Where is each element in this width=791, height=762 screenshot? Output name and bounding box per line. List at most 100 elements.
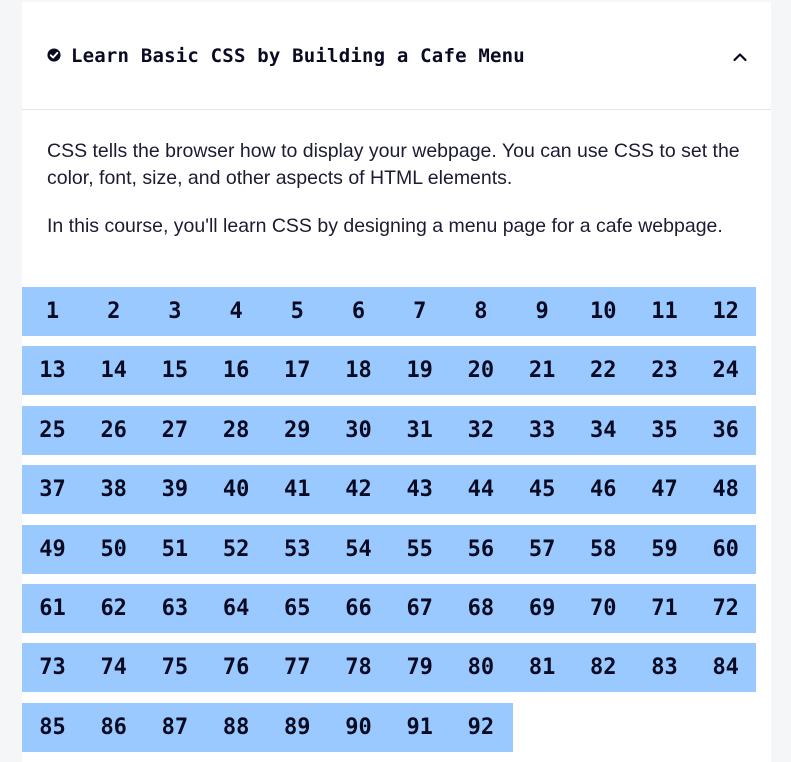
step-button[interactable]: 42 [328, 465, 389, 514]
step-button[interactable]: 43 [389, 465, 450, 514]
step-button[interactable]: 75 [144, 643, 205, 692]
step-button[interactable]: 60 [695, 525, 756, 574]
step-button[interactable]: 2 [83, 287, 144, 336]
description-paragraph: In this course, you'll learn CSS by desi… [47, 215, 723, 237]
step-button[interactable]: 21 [512, 346, 573, 395]
step-button[interactable]: 15 [144, 346, 205, 395]
step-button[interactable]: 33 [512, 406, 573, 455]
step-button[interactable]: 24 [695, 346, 756, 395]
step-button[interactable]: 71 [634, 584, 695, 633]
step-button[interactable]: 56 [450, 525, 511, 574]
step-button[interactable]: 6 [328, 287, 389, 336]
step-button[interactable]: 66 [328, 584, 389, 633]
step-button[interactable]: 74 [83, 643, 144, 692]
step-button[interactable]: 8 [450, 287, 511, 336]
step-button[interactable]: 82 [573, 643, 634, 692]
step-row: 61 62 63 64 65 66 67 68 69 70 71 72 [22, 584, 756, 633]
step-button[interactable]: 25 [22, 406, 83, 455]
chevron-up-icon[interactable] [732, 49, 748, 65]
step-button[interactable]: 1 [22, 287, 83, 336]
step-button[interactable]: 39 [144, 465, 205, 514]
step-button[interactable]: 19 [389, 346, 450, 395]
step-button[interactable]: 63 [144, 584, 205, 633]
step-button[interactable]: 79 [389, 643, 450, 692]
step-button[interactable]: 76 [206, 643, 267, 692]
step-row: 49 50 51 52 53 54 55 56 57 58 59 60 [22, 524, 756, 574]
step-row: 37 38 39 40 41 42 43 44 45 46 47 48 [22, 465, 756, 515]
step-button[interactable]: 88 [206, 703, 267, 752]
step-button[interactable]: 3 [144, 287, 205, 336]
step-button[interactable]: 69 [512, 584, 573, 633]
step-button[interactable]: 32 [450, 406, 511, 455]
step-button[interactable]: 52 [206, 525, 267, 574]
step-button[interactable]: 47 [634, 465, 695, 514]
step-button[interactable]: 10 [573, 287, 634, 336]
step-button[interactable]: 73 [22, 643, 83, 692]
step-button[interactable]: 70 [573, 584, 634, 633]
step-button[interactable]: 16 [206, 346, 267, 395]
step-button[interactable]: 20 [450, 346, 511, 395]
course-header[interactable]: Learn Basic CSS by Building a Cafe Menu [22, 2, 771, 110]
step-button[interactable]: 51 [144, 525, 205, 574]
step-button[interactable]: 78 [328, 643, 389, 692]
step-button[interactable]: 34 [573, 406, 634, 455]
step-button[interactable]: 80 [450, 643, 511, 692]
step-button[interactable]: 86 [83, 703, 144, 752]
step-button[interactable]: 22 [573, 346, 634, 395]
step-button[interactable]: 62 [83, 584, 144, 633]
step-button[interactable]: 46 [573, 465, 634, 514]
step-button[interactable]: 81 [512, 643, 573, 692]
step-button[interactable]: 38 [83, 465, 144, 514]
step-button[interactable]: 57 [512, 525, 573, 574]
step-button[interactable]: 30 [328, 406, 389, 455]
step-button[interactable]: 31 [389, 406, 450, 455]
step-button[interactable]: 23 [634, 346, 695, 395]
step-button[interactable]: 90 [328, 703, 389, 752]
step-button[interactable]: 36 [695, 406, 756, 455]
step-button[interactable]: 59 [634, 525, 695, 574]
step-button[interactable]: 55 [389, 525, 450, 574]
step-button[interactable]: 89 [267, 703, 328, 752]
step-button[interactable]: 26 [83, 406, 144, 455]
step-button[interactable]: 61 [22, 584, 83, 633]
step-button[interactable]: 45 [512, 465, 573, 514]
step-button[interactable]: 67 [389, 584, 450, 633]
step-button[interactable]: 83 [634, 643, 695, 692]
step-button[interactable]: 92 [450, 703, 511, 752]
step-button[interactable]: 91 [389, 703, 450, 752]
step-button[interactable]: 40 [206, 465, 267, 514]
step-button[interactable]: 17 [267, 346, 328, 395]
step-button[interactable]: 27 [144, 406, 205, 455]
step-button[interactable]: 64 [206, 584, 267, 633]
step-button[interactable]: 48 [695, 465, 756, 514]
step-button[interactable]: 12 [695, 287, 756, 336]
step-button[interactable]: 49 [22, 525, 83, 574]
step-button[interactable]: 14 [83, 346, 144, 395]
step-button[interactable]: 50 [83, 525, 144, 574]
step-button[interactable]: 11 [634, 287, 695, 336]
step-button[interactable]: 87 [144, 703, 205, 752]
step-button[interactable]: 77 [267, 643, 328, 692]
course-title: Learn Basic CSS by Building a Cafe Menu [71, 45, 525, 67]
step-button[interactable]: 72 [695, 584, 756, 633]
step-button[interactable]: 58 [573, 525, 634, 574]
step-button[interactable]: 7 [389, 287, 450, 336]
step-button[interactable]: 37 [22, 465, 83, 514]
step-button[interactable]: 41 [267, 465, 328, 514]
course-panel: Learn Basic CSS by Building a Cafe Menu … [22, 2, 771, 762]
step-button[interactable]: 84 [695, 643, 756, 692]
step-button[interactable]: 18 [328, 346, 389, 395]
step-button[interactable]: 29 [267, 406, 328, 455]
step-button[interactable]: 28 [206, 406, 267, 455]
step-button[interactable]: 5 [267, 287, 328, 336]
step-button[interactable]: 85 [22, 703, 83, 752]
step-button[interactable]: 9 [512, 287, 573, 336]
step-button[interactable]: 44 [450, 465, 511, 514]
step-button[interactable]: 35 [634, 406, 695, 455]
step-button[interactable]: 13 [22, 346, 83, 395]
step-button[interactable]: 65 [267, 584, 328, 633]
step-button[interactable]: 4 [206, 287, 267, 336]
step-button[interactable]: 54 [328, 525, 389, 574]
step-button[interactable]: 68 [450, 584, 511, 633]
step-button[interactable]: 53 [267, 525, 328, 574]
